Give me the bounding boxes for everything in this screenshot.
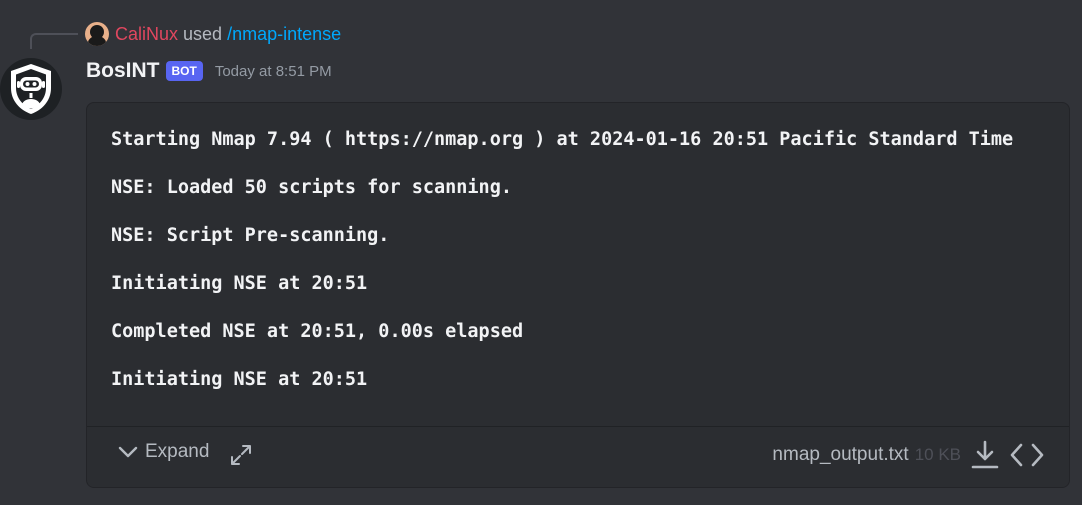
file-size: 10 KB xyxy=(914,445,961,464)
message-header: BosINT BOT Today at 8:51 PM xyxy=(86,56,332,86)
preview-line: NSE: Loaded 50 scripts for scanning. xyxy=(111,177,512,198)
text-file-attachment: Starting Nmap 7.94 ( https://nmap.org ) … xyxy=(86,102,1070,488)
maximize-icon xyxy=(231,445,251,465)
reply-used-text: used xyxy=(183,23,223,44)
reply-username[interactable]: CaliNux xyxy=(115,24,178,45)
file-name[interactable]: nmap_output.txt xyxy=(772,444,908,466)
download-button[interactable] xyxy=(969,439,1001,471)
chevron-down-icon xyxy=(118,446,138,458)
expand-label: Expand xyxy=(145,441,210,462)
file-preview: Starting Nmap 7.94 ( https://nmap.org ) … xyxy=(111,127,1069,415)
bot-avatar[interactable] xyxy=(0,58,62,120)
author-name[interactable]: BosINT xyxy=(86,59,160,83)
reply-user-avatar[interactable] xyxy=(85,22,109,46)
file-info: nmap_output.txt 10 KB xyxy=(772,444,961,466)
view-code-button[interactable] xyxy=(1009,439,1045,471)
robot-shield-icon xyxy=(11,64,51,114)
reply-connector xyxy=(30,33,78,49)
fullscreen-button[interactable] xyxy=(229,443,253,467)
chat-message: CaliNux used /nmap-intense BosINT BOT To… xyxy=(0,0,1082,505)
preview-line: Initiating NSE at 20:51 xyxy=(111,273,368,294)
bot-badge: BOT xyxy=(165,61,203,81)
reply-command[interactable]: /nmap-intense xyxy=(227,24,341,45)
preview-line: Completed NSE at 20:51, 0.00s elapsed xyxy=(111,321,524,342)
message-timestamp[interactable]: Today at 8:51 PM xyxy=(215,63,332,80)
preview-line: NSE: Script Pre-scanning. xyxy=(111,225,390,246)
download-icon xyxy=(971,440,999,469)
code-icon xyxy=(1010,443,1044,467)
expand-button[interactable]: Expand xyxy=(117,441,209,463)
preview-line: Starting Nmap 7.94 ( https://nmap.org ) … xyxy=(111,129,1014,150)
attachment-footer: Expand nmap_output.txt 10 KB xyxy=(87,426,1069,487)
reply-reference[interactable]: CaliNux used /nmap-intense xyxy=(85,20,341,48)
preview-line: Initiating NSE at 20:51 xyxy=(111,369,368,390)
